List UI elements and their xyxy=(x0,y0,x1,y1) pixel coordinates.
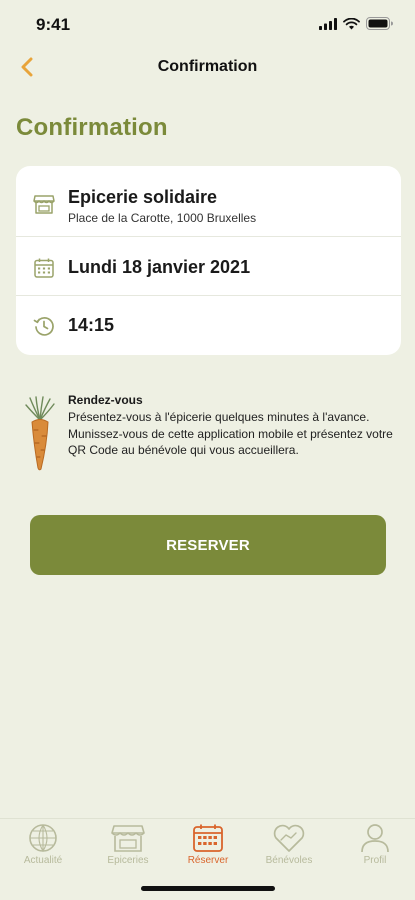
status-time: 9:41 xyxy=(36,15,71,34)
tab-epiceries[interactable]: Epiceries xyxy=(93,823,163,866)
tab-actualite[interactable]: Actualité xyxy=(8,823,78,866)
store-name: Epicerie solidaire xyxy=(68,187,218,207)
status-bar: 9:41 xyxy=(0,0,415,50)
tab-label: Réserver xyxy=(187,855,229,866)
tab-label: Actualité xyxy=(23,855,63,866)
tab-benevoles[interactable]: Bénévoles xyxy=(254,823,324,866)
nav-title: Confirmation xyxy=(157,58,258,75)
store-row: Epicerie solidaire Place de la Carotte, … xyxy=(16,166,401,237)
store-address: Place de la Carotte, 1000 Bruxelles xyxy=(68,211,257,225)
page-title: Confirmation xyxy=(16,114,168,141)
storefront-icon xyxy=(111,825,145,852)
news-globe-icon xyxy=(29,824,57,853)
calendar-icon xyxy=(34,258,54,278)
date-row: Lundi 18 janvier 2021 xyxy=(16,237,401,296)
tab-reserver[interactable]: Réserver xyxy=(173,823,243,866)
tab-label: Bénévoles xyxy=(265,855,313,866)
nav-bar: Confirmation xyxy=(0,50,415,86)
booking-time: 14:15 xyxy=(68,315,115,335)
status-icons xyxy=(319,17,393,30)
tab-profil[interactable]: Profil xyxy=(340,823,410,866)
carrot-illustration xyxy=(25,396,55,471)
user-icon xyxy=(361,824,389,853)
calendar-icon xyxy=(193,824,223,852)
time-row: 14:15 xyxy=(16,296,401,355)
storefront-icon xyxy=(33,195,55,214)
wifi-icon xyxy=(343,17,360,29)
tab-label: Profil xyxy=(363,855,387,866)
signal-icon xyxy=(319,17,337,30)
info-title: Rendez-vous xyxy=(68,393,143,407)
battery-icon xyxy=(366,17,393,30)
booking-summary-card: Epicerie solidaire Place de la Carotte, … xyxy=(16,166,401,355)
info-text: Présentez-vous à l'épicerie quelques min… xyxy=(68,410,393,457)
heart-hands-icon xyxy=(273,824,305,852)
reserve-button[interactable]: RESERVER xyxy=(30,515,386,575)
tab-label: Epiceries xyxy=(107,855,149,866)
home-indicator xyxy=(141,886,275,891)
clock-history-icon xyxy=(33,317,54,336)
booking-date: Lundi 18 janvier 2021 xyxy=(68,257,251,277)
